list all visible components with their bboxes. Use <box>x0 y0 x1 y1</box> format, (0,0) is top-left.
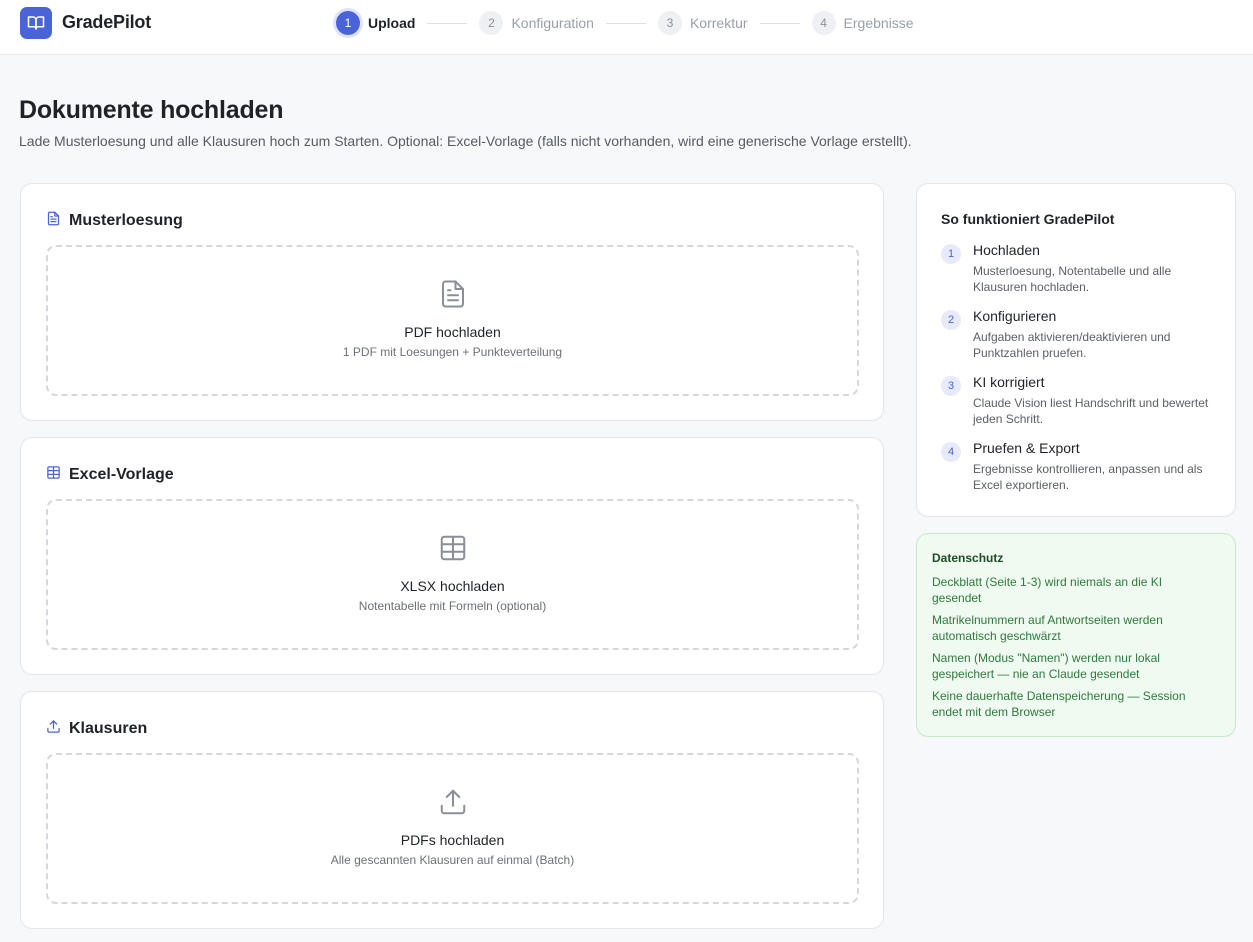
card-title: Klausuren <box>69 720 148 737</box>
step-number: 2 <box>941 310 961 330</box>
step-number: 4 <box>941 442 961 462</box>
privacy-item: Keine dauerhafte Datenspeicherung — Sess… <box>932 689 1186 719</box>
step-title: Pruefen & Export <box>973 440 1080 456</box>
privacy-title: Datenschutz <box>932 551 1004 565</box>
privacy-item: Deckblatt (Seite 1-3) wird niemals an di… <box>932 575 1163 605</box>
table-icon <box>46 465 69 485</box>
step-konfiguration[interactable]: 2 Konfiguration <box>479 11 594 35</box>
step-connector <box>605 22 646 24</box>
dropzone-hint: 1 PDF mit Loesungen + Punkteverteilung <box>342 345 563 359</box>
step-connector <box>427 22 468 24</box>
top-bar: GradePilot 1 Upload 2 Konfiguration 3 Ko… <box>0 0 1253 55</box>
step-description: Aufgaben aktivieren/deaktivieren und Pun… <box>973 330 1171 360</box>
page-title: Dokumente hochladen <box>19 96 284 124</box>
progress-stepper: 1 Upload 2 Konfiguration 3 Korrektur 4 E… <box>336 11 914 35</box>
privacy-panel: Datenschutz Deckblatt (Seite 1-3) wird n… <box>916 533 1236 737</box>
app-name[interactable]: GradePilot <box>62 12 151 33</box>
step-description: Claude Vision liest Handschrift und bewe… <box>973 396 1209 426</box>
step-title: Konfigurieren <box>973 308 1057 324</box>
dropzone-hint: Notentabelle mit Formeln (optional) <box>358 599 547 613</box>
step-connector <box>759 22 800 24</box>
card-title: Excel-Vorlage <box>69 466 174 483</box>
card-header: Excel-Vorlage <box>46 465 174 485</box>
pdf-dropzone[interactable]: PDF hochladen 1 PDF mit Loesungen + Punk… <box>46 245 859 396</box>
privacy-item: Matrikelnummern auf Antwortseiten werden… <box>932 613 1163 643</box>
card-header: Klausuren <box>46 719 147 739</box>
table-icon <box>438 533 468 568</box>
how-it-works-panel: So funktioniert GradePilot 1 Hochladen M… <box>916 183 1236 517</box>
dropzone-title: XLSX hochladen <box>400 578 505 594</box>
step-label: Konfiguration <box>511 15 594 31</box>
step-label: Ergebnisse <box>843 15 914 31</box>
step-ergebnisse[interactable]: 4 Ergebnisse <box>811 11 914 35</box>
step-title: Hochladen <box>973 242 1040 258</box>
card-header: Musterloesung <box>46 211 183 231</box>
panel-title: So funktioniert GradePilot <box>941 211 1115 227</box>
solution-upload-card: Musterloesung PDF hochladen 1 PDF mit Lo… <box>20 183 884 421</box>
exams-upload-card: Klausuren PDFs hochladen Alle gescannten… <box>20 691 884 929</box>
dropzone-title: PDFs hochladen <box>400 832 505 848</box>
excel-upload-card: Excel-Vorlage XLSX hochladen Notentabell… <box>20 437 884 675</box>
step-upload[interactable]: 1 Upload <box>336 11 415 35</box>
step-number: 4 <box>811 11 836 35</box>
page-subtitle: Lade Musterloesung und alle Klausuren ho… <box>19 133 912 149</box>
dropzone-title: PDF hochladen <box>404 324 501 340</box>
step-title: KI korrigiert <box>973 374 1045 390</box>
book-open-icon[interactable] <box>20 7 52 39</box>
upload-icon <box>438 787 468 822</box>
step-number: 1 <box>941 244 961 264</box>
file-text-icon <box>46 211 69 231</box>
step-number: 1 <box>336 11 360 35</box>
step-number: 3 <box>941 376 961 396</box>
step-number: 2 <box>479 11 504 35</box>
step-number: 3 <box>657 11 682 35</box>
privacy-item: Namen (Modus "Namen") werden nur lokal g… <box>932 651 1160 681</box>
step-korrektur[interactable]: 3 Korrektur <box>657 11 748 35</box>
step-label: Upload <box>368 15 416 31</box>
upload-icon <box>46 719 69 739</box>
step-description: Ergebnisse kontrollieren, anpassen und a… <box>973 462 1203 492</box>
pdfs-dropzone[interactable]: PDFs hochladen Alle gescannten Klausuren… <box>46 753 859 904</box>
step-description: Musterloesung, Notentabelle und alle Kla… <box>973 264 1172 294</box>
card-title: Musterloesung <box>69 212 183 229</box>
dropzone-hint: Alle gescannten Klausuren auf einmal (Ba… <box>330 853 575 867</box>
step-label: Korrektur <box>689 15 748 31</box>
xlsx-dropzone[interactable]: XLSX hochladen Notentabelle mit Formeln … <box>46 499 859 650</box>
file-text-icon <box>438 279 468 314</box>
